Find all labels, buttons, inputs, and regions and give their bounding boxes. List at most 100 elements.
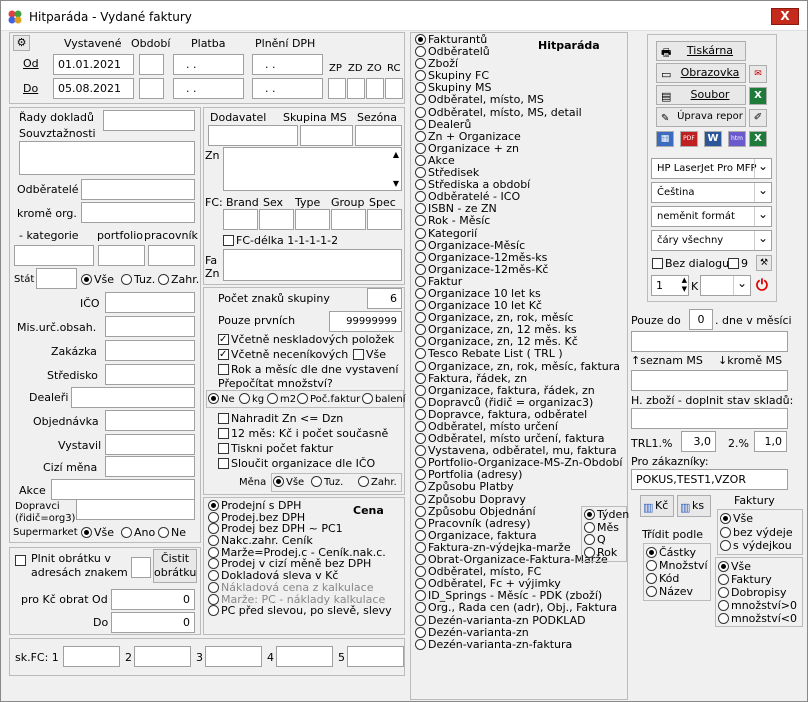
hit-option[interactable]: Odběratel, místo určení bbox=[415, 421, 627, 433]
ks-button[interactable]: ▥ ks bbox=[677, 495, 711, 517]
pocet-znaku-input[interactable]: 6 bbox=[367, 288, 402, 309]
plnit-input[interactable] bbox=[131, 557, 151, 578]
brush-icon[interactable]: ✐ bbox=[749, 109, 767, 127]
nahradit-checkbox[interactable]: Nahradit Zn <= Dzn bbox=[218, 412, 343, 425]
hit-option[interactable]: Dezén-varianta-zn-faktura bbox=[415, 638, 627, 651]
rc-input[interactable] bbox=[385, 78, 403, 99]
gear-icon[interactable]: ⚙ bbox=[13, 35, 30, 51]
format-select[interactable]: neměnit formát bbox=[651, 206, 772, 227]
mena-vse[interactable]: Vše bbox=[273, 476, 304, 488]
hit-option[interactable]: Dezén-varianta-zn bbox=[415, 626, 627, 639]
hit-option[interactable]: Organizace, zn, 12 měs. Kč bbox=[415, 336, 627, 348]
hit-option[interactable]: Rok - Měsíc bbox=[415, 215, 627, 227]
skfc-input-5[interactable] bbox=[347, 646, 404, 667]
date-from-input[interactable]: 01.01.2021 bbox=[53, 54, 134, 75]
necen-vse-checkbox[interactable]: Vše bbox=[353, 348, 386, 361]
pouzedo-input[interactable]: 0 bbox=[689, 309, 713, 330]
trl-input[interactable]: 3,0 bbox=[681, 431, 716, 452]
odberatele-input[interactable] bbox=[81, 179, 195, 200]
settings-icon[interactable]: ⚒ bbox=[756, 255, 772, 271]
cistit-button[interactable]: Čistit obrátku bbox=[153, 549, 197, 583]
ms-input[interactable] bbox=[631, 370, 788, 391]
period-to-input[interactable] bbox=[139, 78, 164, 99]
type-input[interactable] bbox=[295, 209, 330, 230]
vcetne-necen-checkbox[interactable]: Včetně neceníkových bbox=[218, 348, 348, 361]
hit-option[interactable]: Dezén-varianta-zn PODKLAD bbox=[415, 614, 627, 627]
hit-option[interactable]: Odběratel, místo, MS bbox=[415, 94, 627, 106]
hit-option[interactable]: Zn + Organizace bbox=[415, 130, 627, 143]
date-to-input[interactable]: 05.08.2021 bbox=[53, 78, 134, 99]
cena-option[interactable]: PC před slevou, po slevě, slevy bbox=[208, 605, 403, 617]
k-select[interactable] bbox=[700, 275, 751, 296]
hit-option[interactable]: Portfolia (adresy) bbox=[415, 469, 627, 481]
krome-input[interactable] bbox=[81, 202, 195, 223]
excel2-icon[interactable]: X bbox=[749, 131, 767, 147]
trid-option[interactable]: Částky bbox=[646, 546, 710, 559]
akce-input[interactable] bbox=[51, 479, 195, 500]
hzbozi-input[interactable] bbox=[631, 408, 788, 429]
hit-option[interactable]: Tesco Rebate List ( TRL ) bbox=[415, 348, 627, 360]
hit-option[interactable]: Odběratel, místo určení, faktura bbox=[415, 433, 627, 445]
dodavatel-input[interactable] bbox=[208, 125, 298, 146]
fcdelka-checkbox[interactable]: FC-délka 1-1-1-1-2 bbox=[223, 234, 338, 247]
uprava-button[interactable]: ✎ Úprava repor bbox=[656, 107, 746, 127]
skfc-input-3[interactable] bbox=[205, 646, 262, 667]
hit-option[interactable]: Dealerů bbox=[415, 118, 627, 131]
rok-mesic-checkbox[interactable]: Rok a měsíc dle dne vystavení bbox=[218, 363, 398, 376]
hit-option[interactable]: Odběratelé - IČO bbox=[415, 191, 627, 203]
payment-from-input[interactable]: . . bbox=[173, 54, 244, 75]
skfc-input-2[interactable] bbox=[134, 646, 191, 667]
trid-option[interactable]: Kód bbox=[646, 572, 710, 585]
stat-input[interactable] bbox=[36, 268, 77, 289]
hit-option[interactable]: Zboží bbox=[415, 58, 627, 70]
email-icon[interactable]: ✉ bbox=[749, 65, 767, 83]
ico-input[interactable] bbox=[105, 292, 195, 313]
hit-option[interactable]: Organizace 10 let ks bbox=[415, 287, 627, 300]
grid-icon[interactable]: ▦ bbox=[656, 131, 674, 147]
fak1-option[interactable]: s výdejkou bbox=[720, 539, 802, 553]
super-ano[interactable]: Ano bbox=[121, 526, 155, 539]
sex-input[interactable] bbox=[259, 209, 294, 230]
unit-ne[interactable]: Ne bbox=[208, 393, 235, 405]
unit-pocfaktur[interactable]: Poč.faktur bbox=[297, 393, 360, 405]
vystavil-input[interactable] bbox=[105, 434, 195, 455]
zp-input[interactable] bbox=[328, 78, 346, 99]
zakazka-input[interactable] bbox=[105, 340, 195, 361]
dealer-input[interactable] bbox=[71, 387, 195, 408]
spin-icon[interactable]: ▲ ▼ bbox=[682, 276, 687, 294]
hit-option[interactable]: Faktura, řádek, zn bbox=[415, 372, 627, 385]
objednavka-input[interactable] bbox=[105, 410, 195, 431]
group-input[interactable] bbox=[331, 209, 366, 230]
word-icon[interactable]: W bbox=[704, 131, 722, 147]
hit-option[interactable]: Odběratelů bbox=[415, 46, 627, 58]
skupina-input[interactable] bbox=[300, 125, 353, 146]
hit-option[interactable]: Skupiny MS bbox=[415, 82, 627, 94]
zd-input[interactable] bbox=[347, 78, 365, 99]
fak2-option[interactable]: Dobropisy bbox=[718, 586, 802, 599]
power-icon[interactable]: ⏻ bbox=[756, 276, 768, 294]
hit-option[interactable]: Dopravců (řidič = organizac3) bbox=[415, 396, 627, 409]
prozak-input[interactable]: POKUS,TEST1,VZOR bbox=[631, 469, 788, 490]
skfc-input-4[interactable] bbox=[276, 646, 333, 667]
rady-input[interactable] bbox=[103, 110, 195, 131]
tisknipocet-checkbox[interactable]: Tiskni počet faktur bbox=[218, 442, 333, 455]
mena-tuz[interactable]: Tuz. bbox=[311, 476, 343, 488]
mis-input[interactable] bbox=[105, 316, 195, 337]
dvanact-checkbox[interactable]: 12 měs: Kč i počet současně bbox=[218, 427, 388, 440]
hit-option[interactable]: Organizace, faktura, řádek, zn bbox=[415, 384, 627, 397]
trid-option[interactable]: Množství bbox=[646, 559, 710, 572]
stat-tuz[interactable]: Tuz. bbox=[121, 273, 155, 286]
portfolio-input[interactable] bbox=[98, 245, 145, 266]
super-vse[interactable]: Vše bbox=[81, 526, 114, 539]
hit-option[interactable]: Akce bbox=[415, 154, 627, 167]
fa-input[interactable] bbox=[223, 249, 402, 281]
hit-option[interactable]: Fakturantů bbox=[415, 34, 627, 46]
fak1-option[interactable]: bez výdeje bbox=[720, 526, 802, 540]
dopravci-input[interactable] bbox=[76, 499, 195, 520]
two-input[interactable]: 1,0 bbox=[754, 431, 787, 452]
fak2-option[interactable]: Faktury bbox=[718, 573, 802, 586]
tiskarna-button[interactable]: 🖶 Tiskárna bbox=[656, 41, 746, 61]
soubor-button[interactable]: ▤ Soubor bbox=[656, 85, 746, 105]
hit-option[interactable]: Organizace, zn, rok, měsíc bbox=[415, 312, 627, 324]
hit-option[interactable]: Kategorií bbox=[415, 227, 627, 240]
